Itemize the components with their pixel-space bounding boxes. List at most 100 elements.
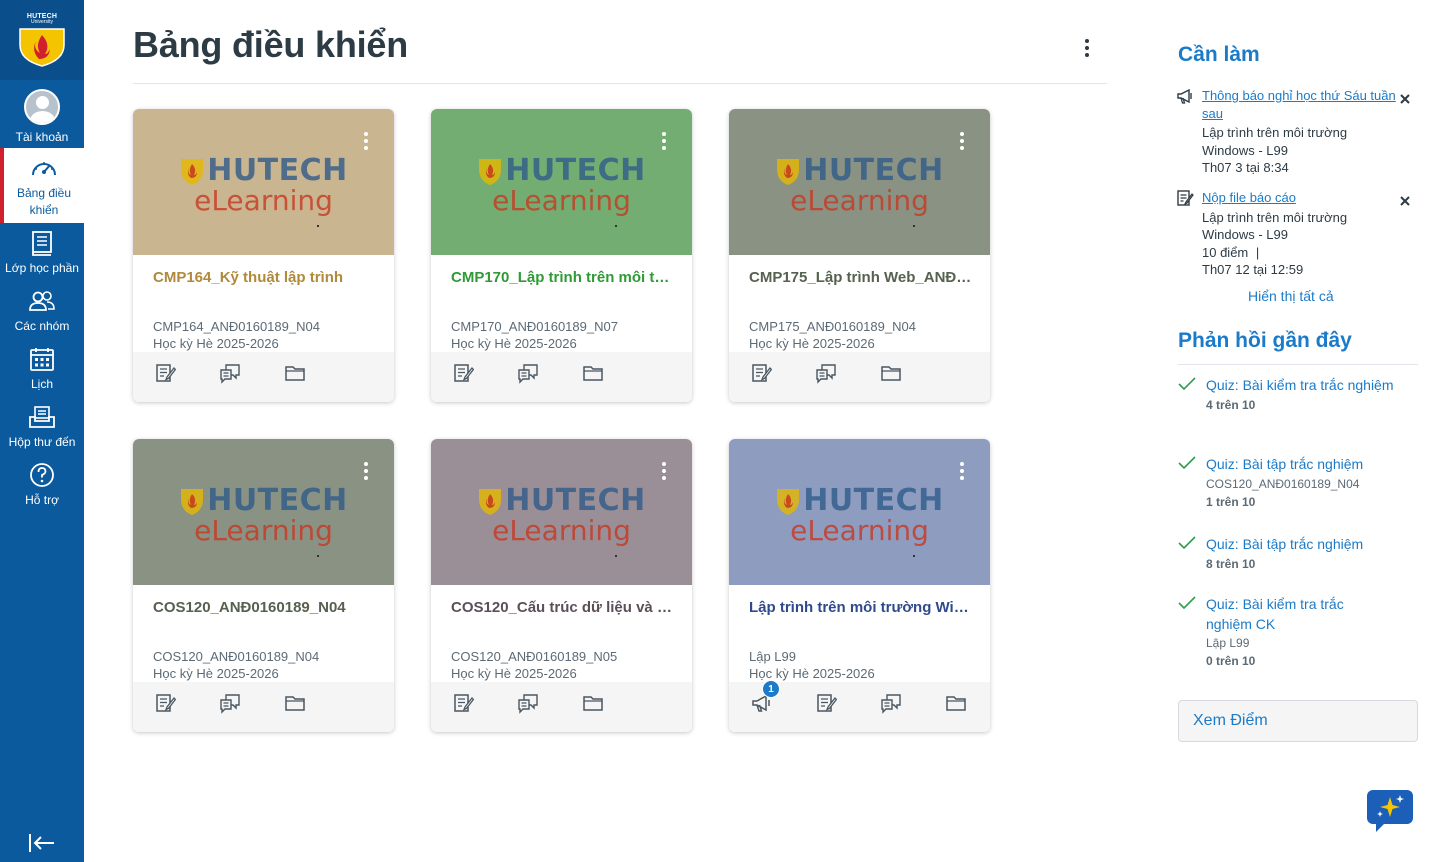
course-card[interactable]: HUTECH eLearning COS120_ANĐ0160189_N04 C… — [133, 439, 394, 732]
files-folder-icon[interactable] — [880, 362, 902, 384]
card-options-kebab-icon[interactable] — [958, 459, 966, 483]
feedback-score: 0 trên 10 — [1206, 654, 1256, 668]
course-code: CMP164_ANĐ0160189_N04 — [153, 319, 320, 334]
course-code: Lập L99 — [749, 649, 796, 664]
discussion-icon[interactable] — [219, 362, 241, 384]
course-card-title[interactable]: CMP170_Lập trình trên môi trường Windows — [451, 269, 675, 286]
course-term: Học kỳ Hè 2025-2026 — [451, 336, 577, 351]
course-term: Học kỳ Hè 2025-2026 — [153, 666, 279, 681]
feedback-title[interactable]: Quiz: Bài tập trắc nghiệm — [1206, 535, 1406, 555]
feedback-title[interactable]: Quiz: Bài kiểm tra trắc nghiệm CK — [1206, 595, 1376, 634]
feedback-item[interactable]: Quiz: Bài tập trắc nghiệm 8 trên 10 — [1178, 535, 1406, 573]
feedback-item[interactable]: Quiz: Bài tập trắc nghiệm COS120_ANĐ0160… — [1178, 455, 1406, 511]
hero-elearning-text: eLearning — [492, 514, 631, 547]
todo-item: Thông báo nghỉ học thứ Sáu tuần sau Lập … — [1177, 87, 1418, 177]
ai-assistant-sparkle-icon[interactable] — [1366, 789, 1414, 833]
card-options-kebab-icon[interactable] — [362, 129, 370, 153]
hero-hutech-text: HUTECH — [505, 153, 646, 188]
hero-dot — [317, 225, 319, 227]
hero-hutech-logo: HUTECH — [775, 153, 944, 188]
feedback-item[interactable]: Quiz: Bài kiểm tra trắc nghiệm 4 trên 10 — [1178, 376, 1406, 414]
todo-link-assignment[interactable]: Nộp file báo cáo — [1202, 190, 1296, 205]
course-card[interactable]: HUTECH eLearning CMP164_Kỹ thuật lập trì… — [133, 109, 394, 402]
card-options-kebab-icon[interactable] — [362, 459, 370, 483]
course-card-hero[interactable]: HUTECH eLearning — [729, 439, 990, 585]
dashboard-options-kebab-icon[interactable] — [1081, 36, 1093, 60]
collapse-nav-icon[interactable] — [28, 832, 56, 854]
course-card[interactable]: HUTECH eLearning Lập trình trên môi trườ… — [729, 439, 990, 732]
assignment-icon — [1176, 189, 1194, 207]
course-card-hero[interactable]: HUTECH eLearning — [133, 439, 394, 585]
course-card-subtitle: COS120_ANĐ0160189_N05 Học kỳ Hè 2025-202… — [451, 648, 617, 682]
unread-badge: 1 — [762, 680, 780, 698]
view-grades-button[interactable]: Xem Điểm — [1178, 700, 1418, 742]
hero-shield-icon — [479, 488, 502, 515]
course-card-actions — [431, 352, 692, 402]
show-all-todo-link[interactable]: Hiển thị tất cả — [1248, 288, 1334, 304]
hero-shield-icon — [181, 158, 204, 185]
title-divider — [133, 83, 1107, 84]
course-card-title[interactable]: CMP175_Lập trình Web_ANĐ0160189_N04 — [749, 269, 973, 286]
discussion-icon[interactable] — [517, 362, 539, 384]
hero-dot — [913, 555, 915, 557]
files-folder-icon[interactable] — [284, 692, 306, 714]
discussion-icon[interactable] — [517, 692, 539, 714]
files-folder-icon[interactable] — [582, 692, 604, 714]
feedback-divider — [1178, 364, 1418, 365]
feedback-item[interactable]: Quiz: Bài kiểm tra trắc nghiệm CK Lập L9… — [1178, 595, 1406, 670]
hero-hutech-text: HUTECH — [505, 483, 646, 518]
assignment-icon[interactable] — [154, 692, 177, 714]
files-folder-icon[interactable] — [284, 362, 306, 384]
nav-courses-label: Lớp học phần — [5, 260, 79, 275]
nav-inbox[interactable]: Hộp thư đến — [0, 397, 84, 455]
discussion-icon[interactable] — [880, 692, 902, 714]
discussion-icon[interactable] — [815, 362, 837, 384]
course-card-title[interactable]: COS120_Cấu trúc dữ liệu và giải thuật — [451, 599, 675, 616]
assignment-icon[interactable] — [750, 362, 773, 384]
announcement-icon — [1176, 87, 1194, 105]
assignment-icon[interactable] — [154, 362, 177, 384]
nav-groups[interactable]: Các nhóm — [0, 281, 84, 339]
course-card-hero[interactable]: HUTECH eLearning — [133, 109, 394, 255]
discussion-icon[interactable] — [219, 692, 241, 714]
course-card-hero[interactable]: HUTECH eLearning — [431, 109, 692, 255]
nav-courses[interactable]: Lớp học phần — [0, 223, 84, 281]
nav-calendar[interactable]: Lịch — [0, 339, 84, 397]
course-card-title[interactable]: COS120_ANĐ0160189_N04 — [153, 599, 377, 616]
announcement-icon[interactable]: 1 — [750, 680, 780, 714]
nav-account[interactable]: Tài khoản — [0, 80, 84, 148]
course-card[interactable]: HUTECH eLearning CMP175_Lập trình Web_AN… — [729, 109, 990, 402]
hero-elearning-text: eLearning — [194, 514, 333, 547]
todo-link-announcement[interactable]: Thông báo nghỉ học thứ Sáu tuần sau — [1202, 88, 1396, 121]
hero-hutech-logo: HUTECH — [775, 483, 944, 518]
assignment-icon[interactable] — [452, 362, 475, 384]
todo-heading: Cần làm — [1178, 43, 1260, 66]
course-card[interactable]: HUTECH eLearning CMP170_Lập trình trên m… — [431, 109, 692, 402]
assignment-icon[interactable] — [815, 692, 838, 714]
hero-dot — [317, 555, 319, 557]
course-card-hero[interactable]: HUTECH eLearning — [729, 109, 990, 255]
dismiss-close-icon[interactable] — [1400, 193, 1410, 206]
course-card-title[interactable]: Lập trình trên môi trường Windows - L99 — [749, 599, 973, 616]
hutech-logo[interactable]: HUTECH University — [0, 0, 84, 80]
nav-dashboard[interactable]: Bảng điều khiển — [0, 148, 84, 223]
feedback-title[interactable]: Quiz: Bài kiểm tra trắc nghiệm — [1206, 376, 1406, 396]
course-card-title[interactable]: CMP164_Kỹ thuật lập trình — [153, 269, 377, 286]
nav-help[interactable]: Hỗ trợ — [0, 455, 84, 513]
assignment-icon[interactable] — [452, 692, 475, 714]
course-card-hero[interactable]: HUTECH eLearning — [431, 439, 692, 585]
todo-points-line: 10 điểm | — [1202, 244, 1418, 262]
files-folder-icon[interactable] — [945, 692, 967, 714]
check-icon — [1178, 595, 1196, 611]
card-options-kebab-icon[interactable] — [660, 129, 668, 153]
hero-hutech-logo: HUTECH — [477, 153, 646, 188]
course-card-subtitle: CMP164_ANĐ0160189_N04 Học kỳ Hè 2025-202… — [153, 318, 320, 352]
todo-separator: | — [1255, 244, 1260, 260]
feedback-title[interactable]: Quiz: Bài tập trắc nghiệm — [1206, 455, 1406, 475]
course-code: COS120_ANĐ0160189_N05 — [451, 649, 618, 664]
card-options-kebab-icon[interactable] — [660, 459, 668, 483]
files-folder-icon[interactable] — [582, 362, 604, 384]
card-options-kebab-icon[interactable] — [958, 129, 966, 153]
course-card[interactable]: HUTECH eLearning COS120_Cấu trúc dữ liệu… — [431, 439, 692, 732]
dismiss-close-icon[interactable] — [1400, 91, 1410, 104]
